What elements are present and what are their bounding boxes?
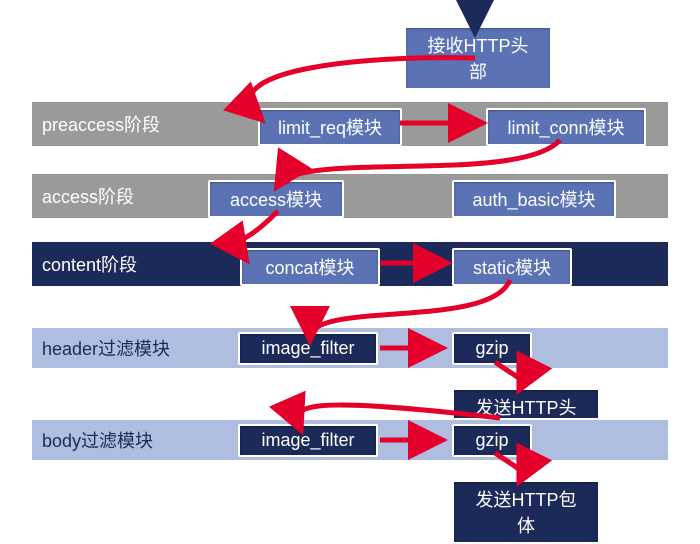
stage-body-label: body过滤模块 <box>42 427 192 453</box>
node-access: access模块 <box>208 180 344 218</box>
node-body-gzip: gzip <box>452 424 532 457</box>
node-static: static模块 <box>452 248 572 286</box>
node-header-gzip: gzip <box>452 332 532 365</box>
node-limit-conn: limit_conn模块 <box>486 108 646 146</box>
node-header-image-filter: image_filter <box>238 332 378 365</box>
node-auth-basic: auth_basic模块 <box>452 180 616 218</box>
stage-content-label: content阶段 <box>42 251 192 277</box>
node-concat: concat模块 <box>240 248 380 286</box>
node-body-image-filter: image_filter <box>238 424 378 457</box>
node-receive-http-header: 接收HTTP头部 <box>404 26 552 90</box>
stage-preaccess-label: preaccess阶段 <box>42 111 192 137</box>
node-send-http-body: 发送HTTP包体 <box>452 480 600 544</box>
stage-header-label: header过滤模块 <box>42 335 192 361</box>
stage-access-label: access阶段 <box>42 183 192 209</box>
node-limit-req: limit_req模块 <box>258 108 402 146</box>
